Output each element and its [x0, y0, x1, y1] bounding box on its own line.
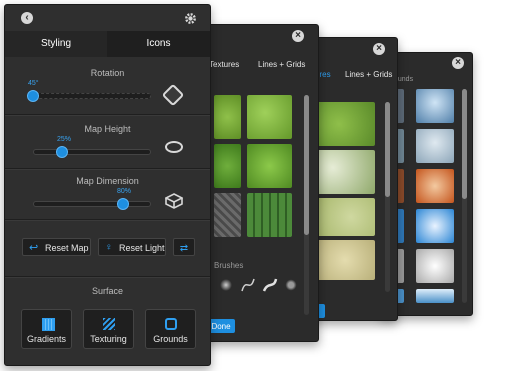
map-height-slider[interactable]	[33, 149, 151, 155]
tab-styling[interactable]: Styling	[5, 31, 107, 57]
texture-icon	[103, 318, 115, 330]
divider	[5, 276, 210, 278]
gradients-label: Gradients	[26, 334, 67, 344]
rotation-slider[interactable]	[33, 93, 151, 99]
reset-map-label: Reset Map	[45, 243, 89, 253]
brush-wave-icon[interactable]	[262, 277, 278, 293]
back-icon[interactable]: ‹	[21, 12, 33, 24]
undo-icon: ↩	[29, 242, 39, 254]
close-icon[interactable]: ×	[292, 30, 304, 42]
close-icon[interactable]: ×	[373, 43, 385, 55]
scrollbar[interactable]	[385, 102, 390, 292]
brush-soft-icon[interactable]	[220, 279, 232, 291]
map-dimension-icon	[165, 193, 183, 209]
ground-tile[interactable]	[416, 129, 454, 163]
surface-label: Surface	[91, 286, 124, 296]
texture-tile[interactable]	[315, 240, 375, 280]
reset-light-label: Reset Light	[119, 243, 165, 253]
map-height-icon	[165, 141, 183, 153]
done-button[interactable]: Done	[207, 319, 235, 333]
map-height-value: 25%	[57, 136, 72, 143]
grounds-button[interactable]: Grounds	[145, 309, 196, 349]
tab-icons[interactable]: Icons	[107, 31, 210, 57]
texture-tile[interactable]	[247, 193, 292, 237]
texture-tile[interactable]	[247, 144, 292, 188]
texture-tile[interactable]	[315, 150, 375, 194]
gear-icon[interactable]	[184, 12, 197, 25]
texture-tile[interactable]	[315, 198, 375, 236]
rotation-label: Rotation	[90, 68, 125, 78]
tab-lines-grids[interactable]: Lines + Grids	[258, 60, 305, 69]
tab-textures[interactable]: Textures	[209, 60, 239, 69]
map-dimension-label: Map Dimension	[76, 176, 139, 186]
ground-tile[interactable]	[416, 169, 454, 203]
swap-layers-button[interactable]: ⇄	[173, 238, 195, 256]
map-dimension-slider-handle[interactable]	[117, 198, 129, 210]
map-height-slider-handle[interactable]	[56, 146, 68, 158]
divider	[5, 114, 210, 116]
map-dimension-slider[interactable]	[33, 201, 151, 207]
divider	[5, 168, 210, 170]
rotation-icon	[161, 83, 185, 107]
ground-tile[interactable]	[416, 249, 454, 283]
swap-icon: ⇄	[179, 243, 189, 254]
close-icon[interactable]: ×	[452, 57, 464, 69]
ground-tile[interactable]	[416, 209, 454, 243]
textures-panel: × Textures Lines + Grids Brushes Done	[195, 24, 319, 342]
scrollbar[interactable]	[304, 95, 309, 315]
scrollbar[interactable]	[462, 89, 467, 303]
gradient-icon	[42, 318, 55, 331]
texture-tile[interactable]	[247, 95, 292, 139]
texture-tile[interactable]	[315, 102, 375, 146]
ground-tile[interactable]	[416, 289, 454, 303]
brushes-label: Brushes	[214, 261, 244, 270]
texture-tile[interactable]	[214, 95, 241, 139]
gradients-button[interactable]: Gradients	[21, 309, 72, 349]
ground-tile[interactable]	[416, 89, 454, 123]
texture-tile[interactable]	[214, 144, 241, 188]
texture-tile[interactable]	[214, 193, 241, 237]
texturing-button[interactable]: Texturing	[83, 309, 134, 349]
ground-icon	[165, 318, 177, 330]
brush-splatter-icon[interactable]	[284, 279, 298, 291]
rotation-slider-handle[interactable]	[27, 90, 39, 102]
brush-curve-icon[interactable]	[240, 277, 256, 293]
divider	[5, 219, 210, 221]
brushes-panel: × ures Lines + Grids e	[306, 37, 398, 321]
tab-lines-grids[interactable]: Lines + Grids	[345, 70, 392, 79]
texturing-label: Texturing	[90, 334, 127, 344]
grounds-label: Grounds	[153, 334, 188, 344]
styling-panel: ‹ Styling Icons Rotation 45° Map Height …	[4, 4, 211, 366]
reset-map-button[interactable]: ↩ Reset Map	[22, 238, 91, 256]
map-height-label: Map Height	[84, 124, 131, 134]
light-bulb-icon: ♀	[105, 242, 113, 253]
rotation-value: 45°	[28, 80, 39, 87]
map-dimension-value: 80%	[117, 188, 132, 195]
reset-light-button[interactable]: ♀ Reset Light	[98, 238, 166, 256]
